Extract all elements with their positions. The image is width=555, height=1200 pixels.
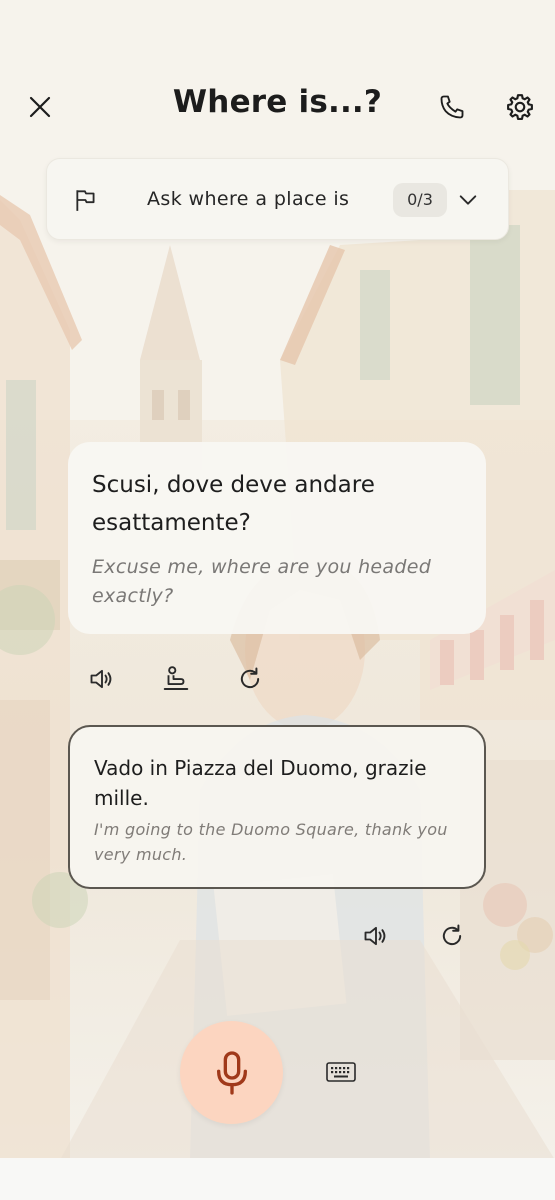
- play-audio-button[interactable]: [82, 659, 122, 699]
- flag-icon: [76, 190, 95, 211]
- gear-icon: [507, 94, 533, 120]
- microphone-button[interactable]: [180, 1021, 283, 1124]
- replay-icon: [442, 924, 462, 946]
- retry-button[interactable]: [230, 659, 270, 699]
- user-message-text: Vado in Piazza del Duomo, grazie mille.: [94, 756, 427, 810]
- user-message-translation: I'm going to the Duomo Square, thank you…: [94, 820, 448, 864]
- assistant-message-actions: [82, 656, 302, 702]
- keyboard-button[interactable]: [320, 1054, 362, 1090]
- phone-icon: [440, 95, 464, 119]
- assistant-message-translation: Excuse me, where are you headed exactly?: [92, 556, 432, 607]
- bottom-safe-area: [0, 1158, 555, 1200]
- keyboard-icon: [326, 1062, 356, 1082]
- call-button[interactable]: [430, 85, 474, 129]
- retry-user-button[interactable]: [432, 916, 472, 956]
- user-message-bubble: Vado in Piazza del Duomo, grazie mille. …: [68, 725, 486, 889]
- assistant-message-text: Scusi, dove deve andare esattamente?: [92, 472, 375, 536]
- goal-progress-badge: 0/3: [393, 183, 447, 217]
- replay-icon: [240, 667, 260, 689]
- settings-button[interactable]: [498, 85, 542, 129]
- user-message-actions: [356, 916, 476, 956]
- speaker-icon: [364, 926, 386, 946]
- microphone-icon: [216, 1050, 247, 1095]
- assistant-message-bubble: Scusi, dove deve andare esattamente? Exc…: [68, 442, 486, 634]
- slow-speech-icon: [163, 666, 189, 690]
- goal-text: Ask where a place is: [147, 188, 350, 210]
- speaker-icon: [90, 669, 112, 689]
- play-user-audio-button[interactable]: [356, 916, 396, 956]
- slow-playback-button[interactable]: [156, 659, 196, 699]
- top-bar: Where is...?: [0, 70, 555, 144]
- chevron-down-icon[interactable]: [457, 189, 479, 211]
- goal-card[interactable]: Ask where a place is 0/3: [46, 158, 509, 240]
